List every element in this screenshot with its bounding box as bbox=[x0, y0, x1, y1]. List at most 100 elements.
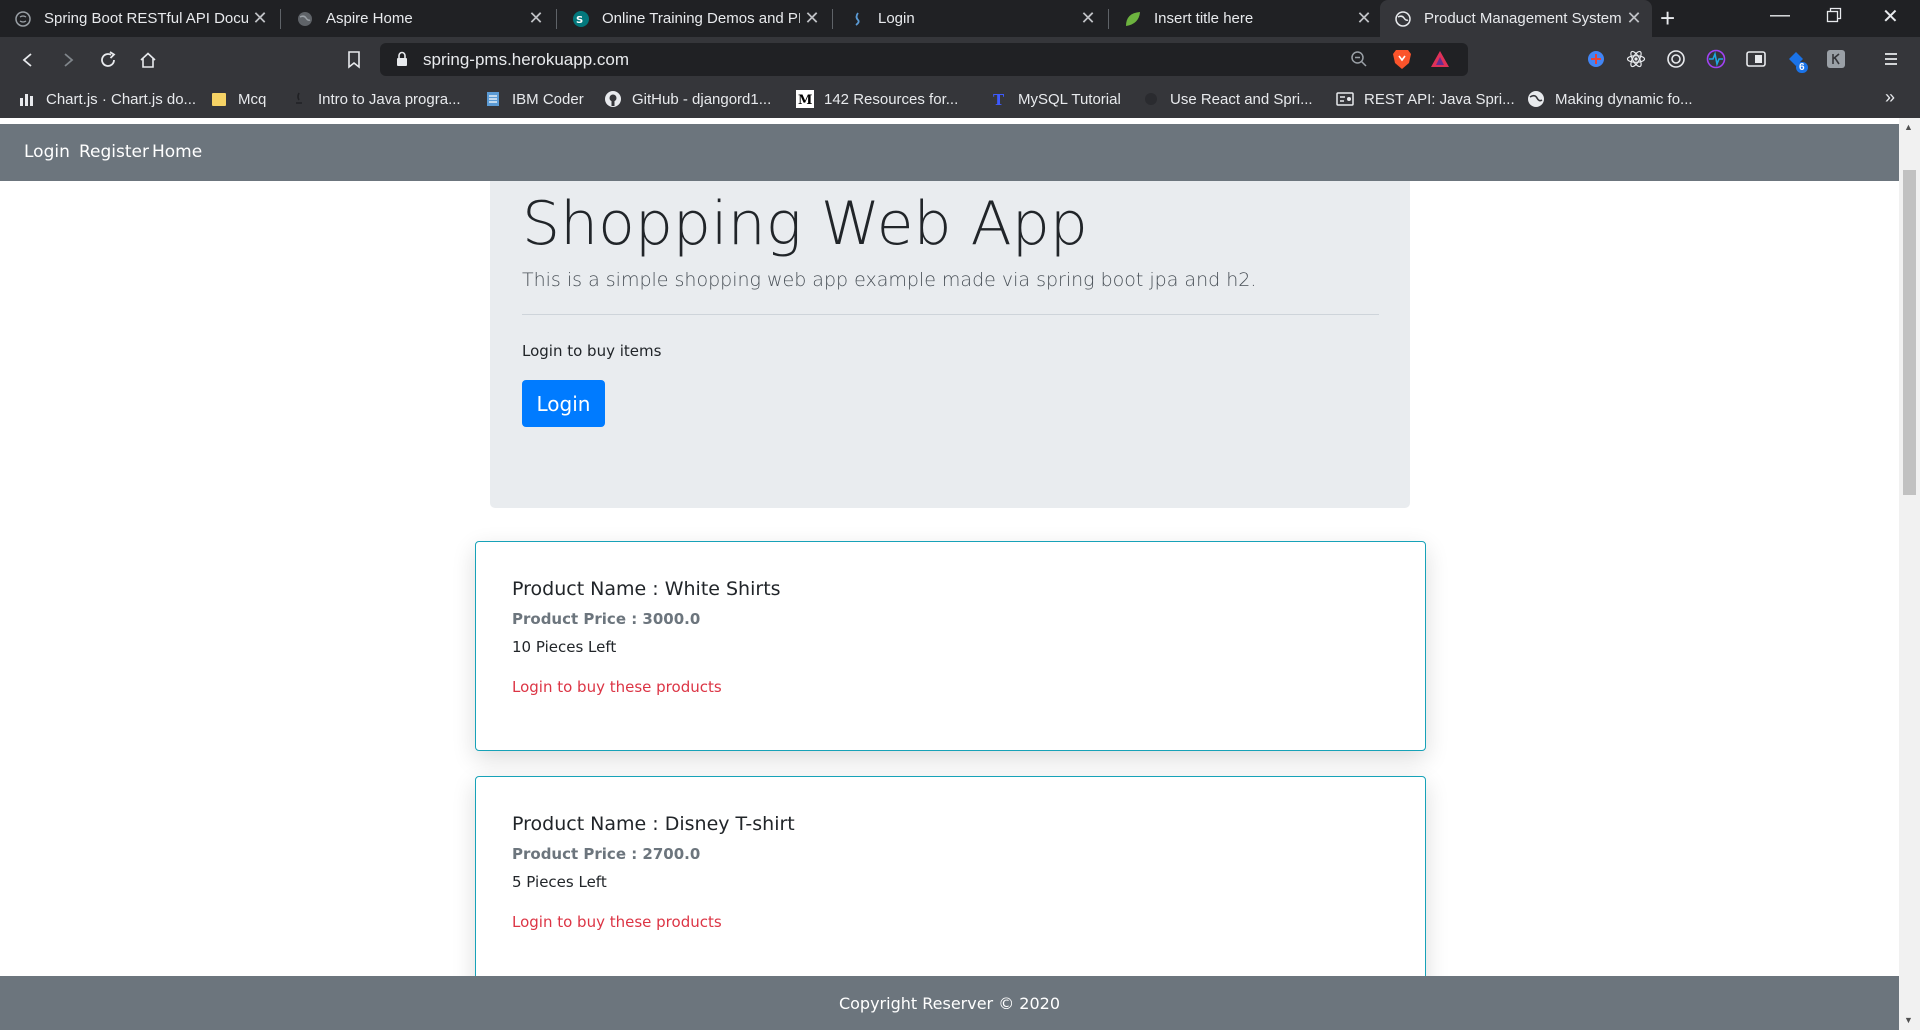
bookmark-mysql-tutorial[interactable]: T MySQL Tutorial bbox=[990, 90, 1121, 108]
bookmark-dynamic-forms[interactable]: Making dynamic fo... bbox=[1527, 90, 1693, 108]
page-footer: Copyright Reserver © 2020 bbox=[0, 976, 1899, 1030]
product-price: Product Price : 3000.0 bbox=[512, 610, 701, 628]
bookmark-icon[interactable] bbox=[340, 46, 368, 74]
tab-insert-title[interactable]: Insert title here ✕ bbox=[1110, 0, 1382, 37]
reload-icon[interactable] bbox=[94, 46, 122, 74]
bookmark-mcq[interactable]: Mcq bbox=[210, 90, 266, 108]
profile-extension-icon[interactable] bbox=[1825, 48, 1847, 70]
bookmark-label: GitHub - djangord1... bbox=[632, 90, 772, 108]
bookmark-label: REST API: Java Spri... bbox=[1364, 90, 1515, 108]
page-lead: This is a simple shopping web app exampl… bbox=[522, 269, 1257, 291]
svg-text:M: M bbox=[798, 93, 812, 108]
new-tab-icon[interactable]: + bbox=[1660, 3, 1675, 34]
tab-login[interactable]: Login ✕ bbox=[834, 0, 1106, 37]
nav-login-link[interactable]: Login bbox=[24, 142, 70, 162]
minimize-icon[interactable]: — bbox=[1770, 4, 1790, 27]
tab-product-management[interactable]: Product Management System ✕ bbox=[1380, 0, 1652, 37]
login-button[interactable]: Login bbox=[522, 380, 605, 427]
close-icon[interactable]: ✕ bbox=[800, 8, 824, 29]
spring-leaf-icon bbox=[1124, 10, 1142, 28]
product-name: Product Name : White Shirts bbox=[512, 578, 781, 600]
restore-icon[interactable] bbox=[1826, 6, 1842, 29]
product-name: Product Name : Disney T-shirt bbox=[512, 813, 795, 835]
tab-title: Login bbox=[878, 10, 915, 27]
swagger-icon bbox=[14, 10, 32, 28]
login-to-buy-link[interactable]: Login to buy these products bbox=[512, 678, 722, 696]
svg-text:S: S bbox=[576, 15, 583, 26]
globe-icon bbox=[1394, 10, 1412, 28]
sidebar-icon[interactable] bbox=[1745, 48, 1767, 70]
java-icon bbox=[290, 90, 308, 108]
close-icon[interactable]: ✕ bbox=[1076, 8, 1100, 29]
bookmark-rest-api[interactable]: REST API: Java Spri... bbox=[1336, 90, 1515, 108]
page-scrollbar[interactable]: ▲ ▼ bbox=[1899, 118, 1920, 1030]
bookmark-github[interactable]: GitHub - djangord1... bbox=[604, 90, 771, 108]
close-window-icon[interactable]: ✕ bbox=[1882, 4, 1899, 29]
tab-title: Spring Boot RESTful API Docum bbox=[44, 10, 248, 27]
nav-home-link[interactable]: Home bbox=[152, 142, 202, 162]
page-title: Shopping Web App bbox=[522, 189, 1088, 259]
tutorial-icon: T bbox=[990, 90, 1008, 108]
product-price: Product Price : 2700.0 bbox=[512, 845, 701, 863]
tab-swagger[interactable]: Spring Boot RESTful API Docum ✕ bbox=[0, 0, 278, 37]
globe-icon bbox=[296, 10, 314, 28]
browser-toolbar: spring-pms.herokuapp.com 6 bbox=[0, 37, 1920, 82]
tab-title: Insert title here bbox=[1154, 10, 1254, 27]
nav-register-link[interactable]: Register bbox=[79, 142, 149, 162]
home-icon[interactable] bbox=[134, 46, 162, 74]
bookmark-label: 142 Resources for... bbox=[824, 90, 959, 108]
bookmark-react-spring[interactable]: Use React and Spri... bbox=[1142, 90, 1313, 108]
close-icon[interactable]: ✕ bbox=[1622, 8, 1646, 29]
bookmark-label: Making dynamic fo... bbox=[1555, 90, 1693, 108]
menu-icon[interactable] bbox=[1880, 48, 1902, 70]
tab-aspire-home[interactable]: Aspire Home ✕ bbox=[282, 0, 554, 37]
tab-online-training[interactable]: S Online Training Demos and PP ✕ bbox=[558, 0, 830, 37]
brave-shields-icon[interactable] bbox=[1392, 48, 1412, 75]
java-icon bbox=[848, 10, 866, 28]
close-icon[interactable]: ✕ bbox=[1352, 8, 1376, 29]
bookmark-chartjs[interactable]: Chart.js · Chart.js do... bbox=[18, 90, 196, 108]
chartjs-icon bbox=[18, 90, 36, 108]
bookmark-ibm-coder[interactable]: IBM Coder bbox=[484, 90, 584, 108]
tab-separator bbox=[280, 9, 281, 29]
address-bar[interactable]: spring-pms.herokuapp.com bbox=[380, 43, 1468, 76]
bookmark-label: IBM Coder bbox=[512, 90, 584, 108]
bookmarks-overflow-icon[interactable]: » bbox=[1885, 87, 1895, 108]
site-navbar: Login Register Home bbox=[0, 124, 1899, 181]
react-devtools-icon[interactable] bbox=[1625, 48, 1647, 70]
close-icon[interactable]: ✕ bbox=[248, 8, 272, 29]
medium-icon: M bbox=[796, 90, 814, 108]
react-icon bbox=[1142, 90, 1160, 108]
bookmark-label: Intro to Java progra... bbox=[318, 90, 461, 108]
forward-icon[interactable] bbox=[54, 46, 82, 74]
brave-rewards-icon[interactable] bbox=[1430, 49, 1450, 74]
card-icon bbox=[1336, 90, 1354, 108]
extension-badge: 6 bbox=[1796, 62, 1808, 73]
zoom-icon[interactable] bbox=[1350, 50, 1368, 73]
page-viewport: Login Register Home Shopping Web App Thi… bbox=[0, 118, 1920, 1030]
product-stock: 10 Pieces Left bbox=[512, 638, 617, 656]
tab-title: Product Management System bbox=[1424, 10, 1622, 27]
tab-separator bbox=[556, 9, 557, 29]
globe-icon bbox=[1527, 90, 1545, 108]
bookmarks-bar: Chart.js · Chart.js do... Mcq Intro to J… bbox=[0, 82, 1920, 118]
wave-extension-icon[interactable] bbox=[1705, 48, 1727, 70]
scroll-down-icon[interactable]: ▼ bbox=[1904, 1015, 1913, 1025]
product-stock: 5 Pieces Left bbox=[512, 873, 607, 891]
login-to-buy-link[interactable]: Login to buy these products bbox=[512, 913, 722, 931]
close-icon[interactable]: ✕ bbox=[524, 8, 548, 29]
target-extension-icon[interactable] bbox=[1665, 48, 1687, 70]
bookmark-label: Chart.js · Chart.js do... bbox=[46, 90, 197, 108]
extension-translate-icon[interactable] bbox=[1585, 48, 1607, 70]
scroll-up-icon[interactable]: ▲ bbox=[1904, 122, 1913, 132]
bookmark-intro-java[interactable]: Intro to Java progra... bbox=[290, 90, 461, 108]
scrollbar-thumb[interactable] bbox=[1903, 170, 1916, 495]
divider bbox=[522, 314, 1379, 315]
product-card: Product Name : White Shirts Product Pric… bbox=[475, 541, 1426, 751]
url-text: spring-pms.herokuapp.com bbox=[423, 50, 629, 69]
github-icon bbox=[604, 90, 622, 108]
back-icon[interactable] bbox=[14, 46, 42, 74]
sharepoint-icon: S bbox=[572, 10, 590, 28]
login-prompt: Login to buy items bbox=[522, 342, 662, 360]
bookmark-medium[interactable]: M 142 Resources for... bbox=[796, 90, 958, 108]
